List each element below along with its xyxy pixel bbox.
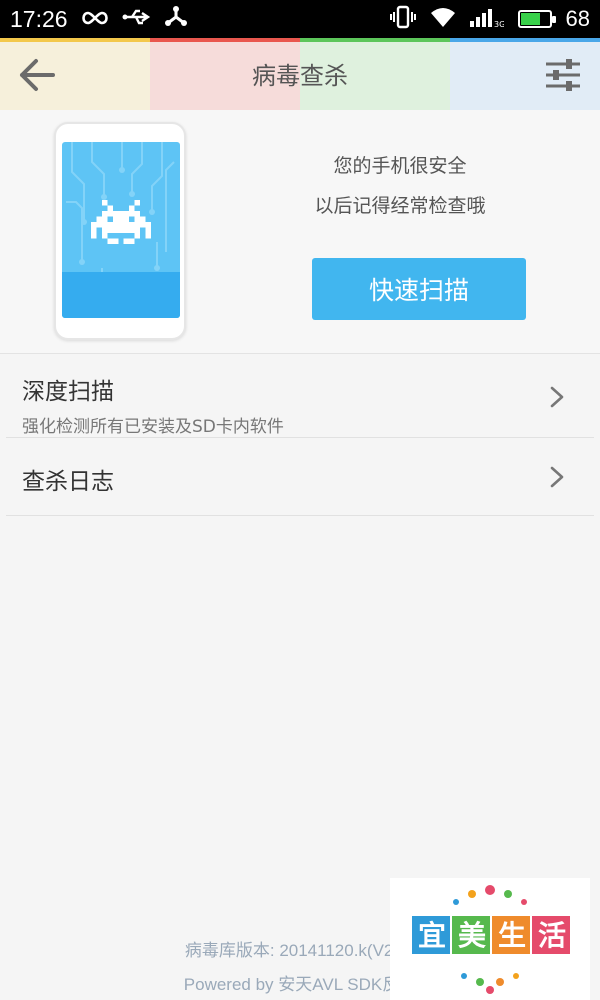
status-line-1: 您的手机很安全 [333,155,467,177]
battery-percent: 68 [565,6,590,31]
header-color-stripe [0,38,150,42]
watermark-char: 生 [497,919,526,952]
watermark-char: 宜 [417,919,446,952]
usb-icon [122,7,152,32]
list-item-title: 查杀日志 [22,469,114,495]
watermark-text: 宜美生活 [412,918,572,956]
status-line-2: 以后记得经常检查哦 [314,195,486,217]
header-color-stripe [300,38,450,42]
space-invader-icon [91,200,151,244]
phone-illustration [54,122,186,340]
security-status-card: 您的手机很安全 以后记得经常检查哦 快速扫描 [0,110,600,354]
vibrate-icon [389,5,416,34]
chevron-right-icon [550,466,564,488]
options-list: 深度扫描 强化检测所有已安装及SD卡内软件 查杀日志 [0,354,600,516]
page-title: 病毒查杀 [252,62,348,90]
status-bar: 17:26 3G 68 [0,0,600,38]
share-icon [164,5,188,33]
signal-icon: 3G [469,6,505,33]
chevron-right-icon [550,386,564,408]
quick-scan-button[interactable]: 快速扫描 [312,258,526,320]
svg-text:3G: 3G [494,20,504,28]
list-item-title: 深度扫描 [22,379,114,405]
settings-button[interactable] [540,52,586,98]
app-header: 病毒查杀 [0,38,600,110]
phone-screen-band [62,272,180,318]
watermark-logo: 宜美生活 [390,878,590,1000]
header-color-stripe [150,38,300,42]
scan-log-item[interactable]: 查杀日志 [6,438,594,516]
watermark-char: 美 [457,919,486,952]
sliders-icon [546,59,580,91]
status-message: 您的手机很安全 以后记得经常检查哦 [290,146,510,226]
phone-screen [62,142,180,318]
watermark-char: 活 [537,919,566,952]
status-time: 17:26 [10,5,68,32]
infinity-icon [80,7,110,32]
deep-scan-item[interactable]: 深度扫描 强化检测所有已安装及SD卡内软件 [6,354,594,438]
battery-icon [517,10,556,28]
list-item-subtitle: 强化检测所有已安装及SD卡内软件 [22,417,284,437]
header-color-stripe [450,38,600,42]
wifi-icon [430,6,456,33]
